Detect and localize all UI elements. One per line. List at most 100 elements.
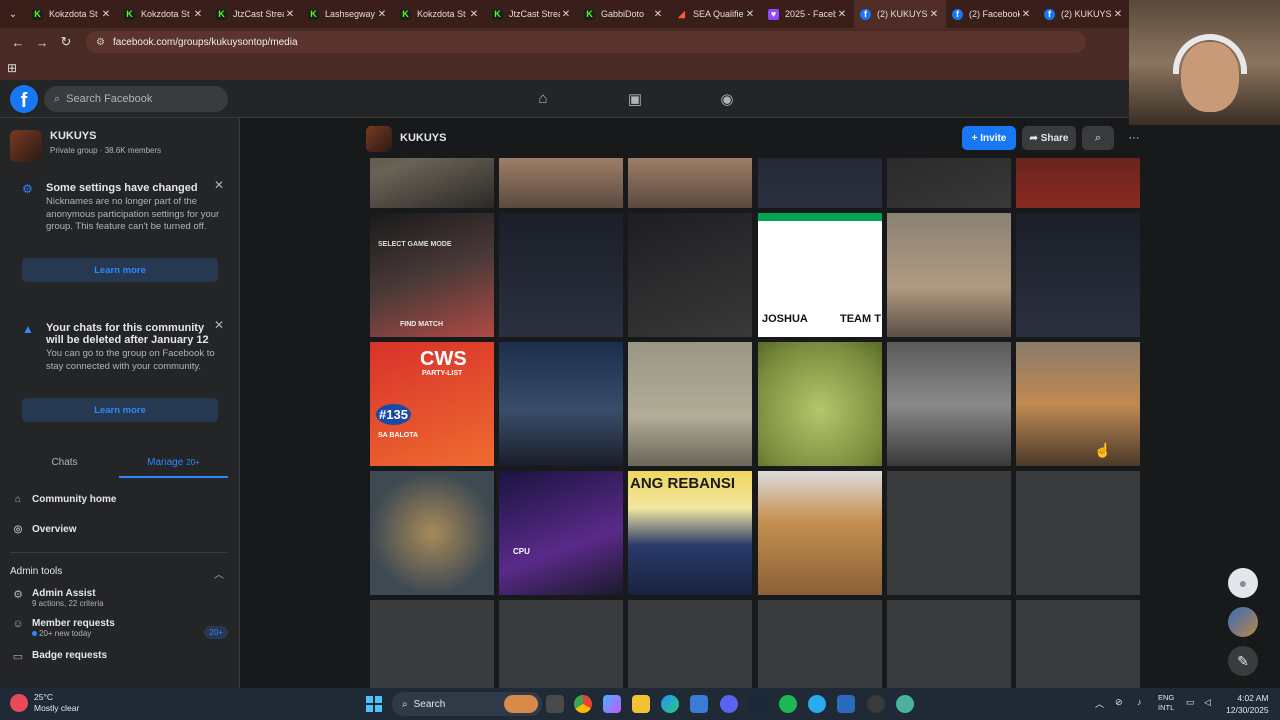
close-icon[interactable]: ✕ (214, 178, 224, 192)
browser-tab[interactable]: K Kokzdota St ✕ (118, 0, 210, 28)
app-icon[interactable] (867, 695, 885, 713)
community-home-link[interactable]: ⌂ Community home (10, 494, 116, 505)
browser-tab[interactable]: f (2) KUKUYS ✕ (854, 0, 946, 28)
close-tab-icon[interactable]: ✕ (100, 9, 112, 20)
close-tab-icon[interactable]: ✕ (1020, 9, 1032, 20)
taskbar-search[interactable]: ⌕ Search (392, 692, 542, 716)
media-thumbnail[interactable]: JOSHUA TEAM T (758, 213, 882, 337)
media-thumbnail[interactable] (758, 471, 882, 595)
close-tab-icon[interactable]: ✕ (560, 9, 572, 20)
url-field[interactable]: ⚙ facebook.com/groups/kukuysontop/media (86, 31, 1086, 53)
clock[interactable]: 4:02 AM 12/30/2025 (1226, 692, 1269, 716)
browser-tab[interactable]: K GabbiDoto ✕ (578, 0, 670, 28)
marketplace-icon[interactable]: ▣ (626, 90, 644, 108)
media-thumbnail[interactable] (370, 471, 494, 595)
media-thumbnail[interactable] (628, 158, 752, 208)
home-icon[interactable]: ⌂ (534, 90, 552, 108)
close-tab-icon[interactable]: ✕ (468, 9, 480, 20)
media-thumbnail[interactable] (499, 158, 623, 208)
language-indicator[interactable]: ENG INTL (1158, 693, 1174, 713)
media-thumbnail[interactable] (887, 342, 1011, 466)
discord-icon[interactable] (720, 695, 738, 713)
tab-search-menu-icon[interactable]: ⌄ (0, 0, 26, 28)
browser-tab[interactable]: K JtzCast Strea ✕ (486, 0, 578, 28)
media-thumbnail[interactable] (370, 158, 494, 208)
invite-button[interactable]: + Invite (962, 126, 1016, 150)
media-thumbnail[interactable] (1016, 158, 1140, 208)
browser-tab[interactable]: ♥ 2025 - Faceb ✕ (762, 0, 854, 28)
browser-tab[interactable]: K Lashsegway ✕ (302, 0, 394, 28)
chrome-icon[interactable] (574, 695, 592, 713)
media-thumbnail[interactable] (1016, 342, 1140, 466)
overview-link[interactable]: ◎ Overview (10, 524, 77, 535)
close-tab-icon[interactable]: ✕ (652, 9, 664, 20)
share-button[interactable]: ➦ Share (1022, 126, 1076, 150)
close-tab-icon[interactable]: ✕ (744, 9, 756, 20)
spotify-icon[interactable] (779, 695, 797, 713)
steam-icon[interactable] (749, 695, 767, 713)
media-thumbnail[interactable] (758, 342, 882, 466)
media-thumbnail[interactable] (887, 158, 1011, 208)
browser-tab[interactable]: f (2) KUKUYS ✕ (1038, 0, 1130, 28)
tab-chats[interactable]: Chats (10, 450, 119, 478)
tab-manage[interactable]: Manage 20+ (119, 450, 228, 478)
back-icon[interactable]: ← (6, 35, 30, 50)
browser-tab[interactable]: ◢ SEA Qualifie ✕ (670, 0, 762, 28)
apps-grid-icon[interactable]: ⊞ (7, 61, 17, 75)
more-options-icon[interactable]: ··· (1118, 126, 1150, 150)
close-tab-icon[interactable]: ✕ (284, 9, 296, 20)
admin-assist-item[interactable]: ⚙ Admin Assist 9 actions, 22 criteria (10, 588, 228, 608)
file-explorer-icon[interactable] (632, 695, 650, 713)
new-message-icon[interactable]: ✎ (1228, 646, 1258, 676)
contact-avatar[interactable] (1228, 607, 1258, 637)
close-icon[interactable]: ✕ (214, 318, 224, 332)
telegram-icon[interactable] (808, 695, 826, 713)
search-facebook-input[interactable]: ⌕ Search Facebook (44, 86, 228, 112)
media-thumbnail[interactable] (628, 213, 752, 337)
site-info-icon[interactable]: ⚙ (96, 37, 105, 48)
media-thumbnail[interactable] (887, 213, 1011, 337)
forward-icon[interactable]: → (30, 35, 54, 50)
chevron-up-icon[interactable]: ︿ (1095, 697, 1104, 710)
close-tab-icon[interactable]: ✕ (836, 9, 848, 20)
profile-avatar[interactable]: ● (1228, 568, 1258, 598)
facebook-logo-icon[interactable]: f (10, 85, 38, 113)
learn-more-button[interactable]: Learn more (22, 258, 218, 282)
admin-tools-header[interactable]: Admin tools ︿ (10, 566, 228, 581)
search-icon[interactable]: ⌕ (1082, 126, 1114, 150)
browser-tab[interactable]: K Kokzdota St ✕ (394, 0, 486, 28)
media-thumbnail[interactable] (628, 342, 752, 466)
windows-start-icon[interactable] (366, 696, 382, 712)
microphone-icon[interactable]: ♪ (1137, 697, 1142, 707)
browser-tab[interactable]: K JtzCast Strea ✕ (210, 0, 302, 28)
edge-icon[interactable] (661, 695, 679, 713)
media-thumbnail[interactable]: ANG REBANSI (628, 471, 752, 595)
group-header[interactable]: KUKUYS Private group · 38.6K members (10, 130, 161, 162)
close-tab-icon[interactable]: ✕ (192, 9, 204, 20)
display-icon[interactable]: ▭ (1186, 697, 1195, 708)
volume-icon[interactable]: ◁ (1204, 697, 1211, 708)
media-thumbnail[interactable]: CPU (499, 471, 623, 595)
badge-requests-item[interactable]: ▭ Badge requests (10, 650, 228, 663)
close-tab-icon[interactable]: ✕ (1112, 9, 1124, 20)
app-icon[interactable] (837, 695, 855, 713)
browser-tab[interactable]: K Kokzdota St ✕ (26, 0, 118, 28)
close-tab-icon[interactable]: ✕ (376, 9, 388, 20)
weather-widget[interactable]: 25°C Mostly clear (10, 692, 79, 714)
browser-tab[interactable]: f (2) Facebook ✕ (946, 0, 1038, 28)
copilot-icon[interactable] (603, 695, 621, 713)
media-thumbnail[interactable]: SELECT GAME MODE FIND MATCH (370, 213, 494, 337)
media-thumbnail[interactable] (1016, 213, 1140, 337)
learn-more-button[interactable]: Learn more (22, 398, 218, 422)
media-thumbnail[interactable]: CWS PARTY-LIST #135 SA BALOTA (370, 342, 494, 466)
task-view-icon[interactable] (546, 695, 564, 713)
media-thumbnail[interactable] (499, 342, 623, 466)
close-tab-icon[interactable]: ✕ (928, 9, 940, 20)
store-icon[interactable] (690, 695, 708, 713)
media-thumbnail[interactable] (499, 213, 623, 337)
member-requests-item[interactable]: ☺ Member requests 20+ new today 20+ (10, 618, 228, 639)
network-icon[interactable]: ⊘ (1115, 697, 1123, 708)
groups-icon[interactable]: ◉ (718, 90, 736, 108)
media-thumbnail[interactable] (758, 158, 882, 208)
reload-icon[interactable]: ↻ (54, 34, 78, 50)
